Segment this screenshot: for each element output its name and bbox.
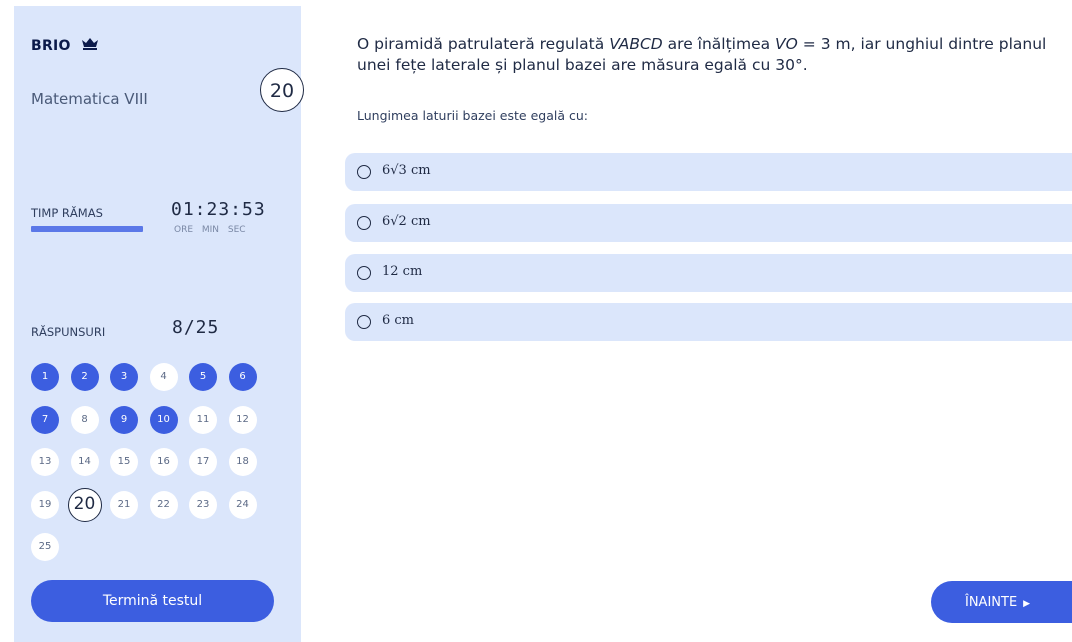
answers-count: 8/25	[172, 317, 220, 338]
question-number-2[interactable]: 2	[70, 363, 99, 391]
question-number-18[interactable]: 18	[228, 448, 257, 476]
question-number-13[interactable]: 13	[31, 448, 59, 476]
question-number-9[interactable]: 9	[110, 405, 138, 434]
radio-button[interactable]	[357, 165, 371, 179]
answer-option[interactable]: 6 cm	[345, 303, 1072, 341]
question-text: O piramidă patrulateră regulată VABCD ar…	[357, 34, 1057, 76]
time-remaining-label: TIMP RĂMAS	[31, 206, 103, 220]
time-remaining-bar	[31, 226, 143, 232]
answers-label: RĂSPUNSURI	[31, 325, 106, 339]
next-label: ÎNAINTE	[965, 594, 1018, 610]
question-number-6[interactable]: 6	[228, 363, 257, 391]
question-text-part: are înălțimea	[662, 35, 776, 53]
question-number-8[interactable]: 8	[70, 405, 99, 434]
question-number-5[interactable]: 5	[189, 363, 217, 391]
question-number-19[interactable]: 19	[31, 490, 59, 519]
question-number-3[interactable]: 3	[110, 363, 138, 391]
question-number-14[interactable]: 14	[70, 448, 99, 476]
height-name: VO	[775, 35, 798, 53]
answer-option[interactable]: 12 cm	[345, 254, 1072, 292]
question-prompt: Lungimea laturii bazei este egală cu:	[357, 108, 588, 123]
sidebar: BRIO Matematica VIII TIMP RĂMAS 01:23:53…	[14, 6, 301, 642]
option-label: 6√2 cm	[382, 214, 431, 229]
brand-name: BRIO	[31, 38, 71, 54]
question-number-4[interactable]: 4	[149, 363, 178, 391]
radio-button[interactable]	[357, 216, 371, 230]
question-text-part: O piramidă patrulateră regulată	[357, 35, 610, 53]
question-number-17[interactable]: 17	[189, 448, 217, 476]
question-number-22[interactable]: 22	[149, 490, 178, 519]
option-label: 12 cm	[382, 264, 423, 279]
question-number-11[interactable]: 11	[189, 405, 217, 434]
timer-value: 01:23:53	[171, 199, 266, 220]
option-label: 6 cm	[382, 313, 415, 328]
pyramid-name: VABCD	[609, 35, 663, 53]
question-number-23[interactable]: 23	[189, 490, 217, 519]
current-question-badge: 20	[260, 68, 304, 112]
finish-test-button[interactable]: Termină testul	[31, 580, 274, 622]
question-number-10[interactable]: 10	[149, 405, 178, 434]
question-number-21[interactable]: 21	[110, 490, 138, 519]
question-number-16[interactable]: 16	[149, 448, 178, 476]
question-number-1[interactable]: 1	[31, 363, 59, 391]
answer-option[interactable]: 6√2 cm	[345, 204, 1072, 242]
timer-units: ORE MIN SEC	[174, 225, 246, 235]
question-number-15[interactable]: 15	[110, 448, 138, 476]
course-title: Matematica VIII	[31, 90, 148, 108]
question-number-7[interactable]: 7	[31, 405, 59, 434]
radio-button[interactable]	[357, 266, 371, 280]
question-number-20[interactable]: 20	[67, 487, 102, 522]
next-button[interactable]: ÎNAINTE ▶	[931, 581, 1072, 623]
question-number-25[interactable]: 25	[31, 533, 59, 561]
radio-button[interactable]	[357, 315, 371, 329]
crest-icon	[80, 37, 100, 55]
question-number-24[interactable]: 24	[228, 490, 257, 519]
answer-option[interactable]: 6√3 cm	[345, 153, 1072, 191]
question-number-12[interactable]: 12	[228, 405, 257, 434]
brand-logo: BRIO	[31, 37, 100, 55]
option-label: 6√3 cm	[382, 163, 431, 178]
play-triangle-icon: ▶	[1023, 598, 1031, 609]
